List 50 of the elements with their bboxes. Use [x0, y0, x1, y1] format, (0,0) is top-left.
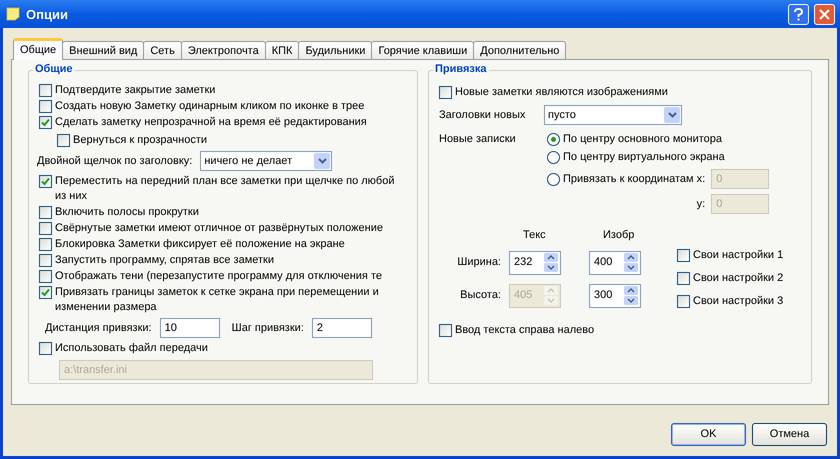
checkbox-label: Вернуться к прозрачности — [73, 133, 208, 148]
checkbox-label: Переместить на передний план все заметки при щелчке по любой из них — [55, 174, 396, 204]
group-title: Привязка — [433, 63, 489, 76]
checkbox-label: Блокировка Заметки фиксирует её положение на экране — [55, 237, 345, 252]
checkbox-label: Отображать тени (перезапустите программу для отключения те — [55, 269, 382, 284]
tab[interactable]: Горячие клавиши — [371, 41, 474, 60]
radio-label: По центру виртуального экрана — [563, 151, 725, 164]
dropdown-label: Заголовки новых — [439, 108, 526, 122]
window-title: Опции — [26, 8, 68, 20]
tab[interactable]: Дополнительно — [473, 41, 566, 60]
checkbox-label: Подтвердите закрытие заметки — [55, 83, 216, 98]
dropdown[interactable]: ничего не делает — [200, 151, 332, 171]
tab[interactable]: Общие — [13, 38, 64, 60]
group-title: Общие — [33, 63, 75, 76]
radio-label: Привязать к координатам x: — [563, 172, 706, 186]
checkbox-label: Новые заметки являются изображениями — [455, 85, 668, 100]
spin-field[interactable]: 400 — [589, 250, 641, 275]
checkbox-label: Ввод текста справа налево — [455, 323, 594, 338]
tab[interactable]: Электропочта — [180, 41, 266, 60]
checkbox-label: Свои настройки 2 — [693, 271, 784, 286]
row-label: Высота: — [460, 289, 501, 302]
checkbox-label: Свои настройки 3 — [693, 294, 784, 309]
dropdown-label: Двойной щелчок по заголовку: — [37, 154, 192, 168]
field-label: Шаг привязки: — [232, 322, 304, 334]
field-label: y: — [696, 198, 706, 210]
dialog-button[interactable]: Отмена — [752, 423, 827, 446]
spin-field[interactable]: 300 — [589, 284, 641, 308]
tab[interactable]: Сеть — [143, 41, 182, 60]
checkbox-label: Свои настройки 1 — [693, 248, 784, 263]
input-field[interactable]: 2 — [312, 318, 372, 338]
radio-label: По центру основного монитора — [563, 133, 722, 146]
tab[interactable]: Внешний вид — [62, 41, 144, 60]
tab[interactable]: Будильники — [298, 41, 372, 60]
checkbox-label: Привязать границы заметок к сетке экрана при перемещении и изменении размера — [55, 285, 380, 315]
input-field[interactable]: 10 — [160, 318, 220, 338]
checkbox-label: Запустить программу, спрятав все заметки — [55, 253, 274, 268]
column-header: Изобр — [603, 229, 634, 242]
column-header: Текс — [523, 229, 546, 242]
dialog-button[interactable]: OK — [671, 423, 746, 446]
checkbox-label: Свёрнутые заметки имеют отличное от развёрнутых положение — [55, 221, 383, 236]
checkbox-label: Использовать файл передачи — [55, 341, 208, 356]
checkbox-label: Создать новую Заметку одинарным кликом по иконке в трее — [55, 99, 364, 114]
row-label: Ширина: — [457, 256, 501, 270]
field-label: Дистанция привязки: — [45, 322, 152, 334]
checkbox-label: Сделать заметку непрозрачной на время её редактирования — [55, 115, 367, 130]
checkbox-label: Включить полосы прокрутки — [55, 205, 199, 220]
dropdown[interactable]: пусто — [544, 105, 682, 125]
spin-field[interactable]: 232 — [509, 250, 561, 275]
radio-group-label: Новые записки — [439, 133, 517, 147]
tab[interactable]: КПК — [264, 41, 300, 60]
